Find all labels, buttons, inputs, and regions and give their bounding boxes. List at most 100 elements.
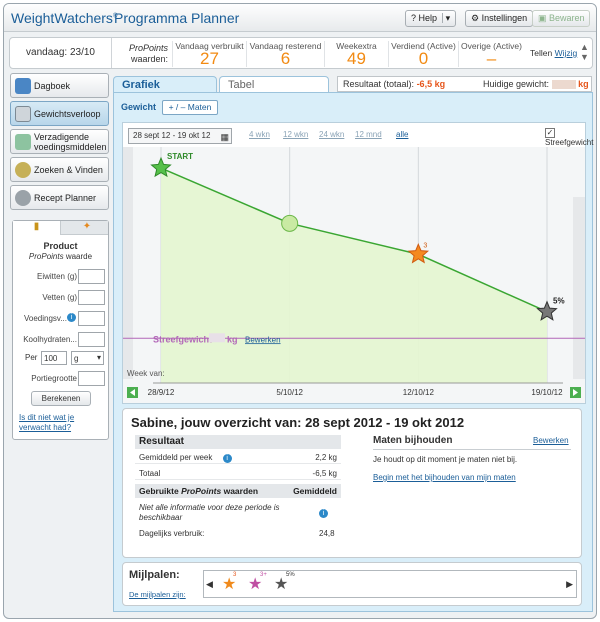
result-value: -6,5 kg (416, 79, 446, 89)
sidebar-item-zoeken[interactable]: Zoeken & Vinden (10, 157, 109, 182)
wijzig-link[interactable]: Wijzig (555, 48, 578, 58)
stat-used-today: Vandaag verbruikt 27 (172, 41, 246, 67)
field-label: Voedingsv... (24, 314, 67, 323)
per-input[interactable]: 100 (41, 351, 67, 365)
settings-label: Instellingen (481, 13, 528, 23)
stat-value: 49 (347, 49, 366, 68)
maten-start-link[interactable]: Begin met het bijhouden van mijn maten (373, 473, 516, 482)
weight-tab[interactable]: Gewicht (121, 102, 156, 112)
checkbox-checked-icon: ✓ (545, 128, 555, 138)
chef-hat-icon (15, 190, 31, 206)
current-weight: Huidige gewicht: kg (478, 76, 592, 92)
milestones-strip: ◀ ★ 3 ★ 3+ ★ 5% ▶ (203, 570, 577, 598)
current-weight-label: Huidige gewicht: (483, 79, 550, 89)
range-4wkn[interactable]: 4 wkn (249, 130, 270, 144)
milestones-link[interactable]: De mijlpalen zijn: (129, 590, 186, 599)
chart-right-gutter (573, 197, 585, 379)
subtitle-text: waarde (65, 252, 93, 261)
sidebar-item-label: Dagboek (34, 80, 71, 91)
stat-value: 27 (200, 49, 219, 68)
stat-other-active: Overige (Active) – (458, 41, 524, 67)
maten-edit-link[interactable]: Bewerken (533, 436, 569, 445)
milestone-label: 3 (233, 572, 237, 578)
chart-container: 28 sept 12 - 19 okt 12 ▦ 4 wkn 12 wkn 24… (122, 122, 593, 404)
marker-point[interactable] (281, 214, 299, 232)
portiegrootte-input[interactable] (78, 371, 105, 386)
sidebar-item-label: Recept Planner (34, 192, 97, 203)
weight-chart: Streefgewicht kg Bewerken START 3 5% Week van:… (123, 147, 585, 403)
pp-header-suffix: waarden (223, 486, 259, 496)
x-tick-label: 5/10/12 (276, 388, 303, 397)
x-tick-label: 28/9/12 (148, 388, 175, 397)
chevron-down-icon: ▾ (96, 353, 101, 362)
voedingsvezels-input[interactable] (78, 311, 105, 326)
maten-divider (373, 449, 571, 450)
help-button[interactable]: ? Help ▾ (405, 10, 457, 27)
stat-earned-active: Verdiend (Active) 0 (388, 41, 458, 67)
save-button[interactable]: ▣ Bewaren (532, 10, 590, 27)
target-value-box[interactable] (209, 333, 225, 343)
settings-button[interactable]: ⚙ Instellingen (465, 10, 534, 27)
range-24wkn[interactable]: 24 wkn (319, 130, 344, 144)
summary-title: Sabine, jouw overzicht van: 28 sept 2012… (131, 415, 465, 430)
info-icon[interactable]: i (319, 509, 328, 518)
gear-icon: ⚙ (471, 13, 480, 23)
unit-select[interactable]: g ▾ (71, 351, 104, 365)
result-label: Resultaat (totaal): (343, 79, 415, 89)
logo: WeightWatchers® (11, 10, 117, 26)
field-label: Koolhydraten... (23, 335, 77, 344)
row-value: 2,2 kg (315, 453, 337, 462)
info-icon[interactable]: i (67, 313, 76, 322)
date-range-picker[interactable]: 28 sept 12 - 19 okt 12 ▦ (128, 128, 232, 144)
stat-value: 6 (280, 49, 291, 68)
propoints-calculator: ▮ ✦ Product ProPoints waarde Eiwitten (g… (12, 220, 109, 440)
help-link[interactable]: Is dit niet wat je verwacht had? (19, 413, 99, 433)
food-tab-icon[interactable]: ▮ (13, 221, 61, 235)
sidebar-item-dagboek[interactable]: Dagboek (10, 73, 109, 98)
scroll-arrow-icon[interactable]: ▲ ▼ (580, 42, 590, 64)
chevron-right-icon[interactable]: ▶ (566, 579, 573, 590)
field-voedingsvezels: Voedingsv... i (15, 311, 107, 327)
date-range-value: 28 sept 12 - 19 okt 12 (133, 131, 211, 140)
chart-left-gutter (123, 147, 133, 379)
sidebar-item-recept[interactable]: Recept Planner (10, 185, 109, 210)
app-window: WeightWatchers® Programma Planner ? Help… (3, 3, 597, 619)
pp-avg-header: Gemiddeld (293, 486, 337, 496)
maten-text: Je houdt op dit moment je maten niet bij… (373, 455, 518, 464)
activity-tab-icon[interactable]: ✦ (69, 221, 105, 235)
measures-button[interactable]: + / – Maten (162, 100, 218, 115)
eiwitten-input[interactable] (78, 269, 105, 284)
chevron-left-icon[interactable]: ◀ (206, 579, 213, 590)
search-icon (15, 162, 31, 178)
koolhydraten-input[interactable] (78, 332, 105, 347)
calculator-subtitle: ProPoints waarde (13, 252, 108, 261)
range-12wkn[interactable]: 12 wkn (283, 130, 308, 144)
sidebar-item-gewichtsverloop[interactable]: Gewichtsverloop (10, 101, 109, 126)
field-vetten: Vetten (g) (15, 290, 107, 306)
info-icon[interactable]: i (222, 454, 232, 463)
title-bar: WeightWatchers® Programma Planner ? Help… (4, 4, 596, 32)
range-12mnd[interactable]: 12 mnd (355, 130, 382, 144)
target-edit-link[interactable]: Bewerken (245, 335, 281, 344)
stat-remaining-today: Vandaag resterend 6 (246, 41, 324, 67)
points-status-bar: vandaag: 23/10 ProPoints waarden: Vandaag… (9, 37, 593, 69)
propoints-label: ProPoints waarden: (118, 43, 168, 65)
x-axis-label: Week van: (127, 369, 165, 378)
daily-value: 24,8 (319, 529, 335, 538)
sidebar-item-verzadigende[interactable]: Verzadigende voedingsmiddelen (10, 129, 109, 154)
resultaat-header: Resultaat (135, 435, 341, 449)
field-label: Eiwitten (g) (36, 272, 77, 281)
calculate-button[interactable]: Berekenen (31, 391, 91, 406)
row-avg-week: Gemiddeld per week i 2,2 kg (135, 452, 341, 464)
milestone-label: 3+ (260, 572, 267, 578)
target-toggle[interactable]: ✓ Streefgewicht (545, 128, 593, 147)
x-tick-label: 12/10/12 (403, 388, 435, 397)
vetten-input[interactable] (78, 290, 105, 305)
tellen-label: Tellen (530, 48, 553, 58)
calendar-icon: ▦ (220, 132, 229, 142)
row-value: -6,5 kg (312, 469, 337, 478)
per-label: Per (25, 353, 38, 362)
milestone-label: 5% (286, 572, 295, 578)
current-weight-input[interactable] (551, 80, 576, 90)
range-alle[interactable]: alle (396, 130, 408, 144)
